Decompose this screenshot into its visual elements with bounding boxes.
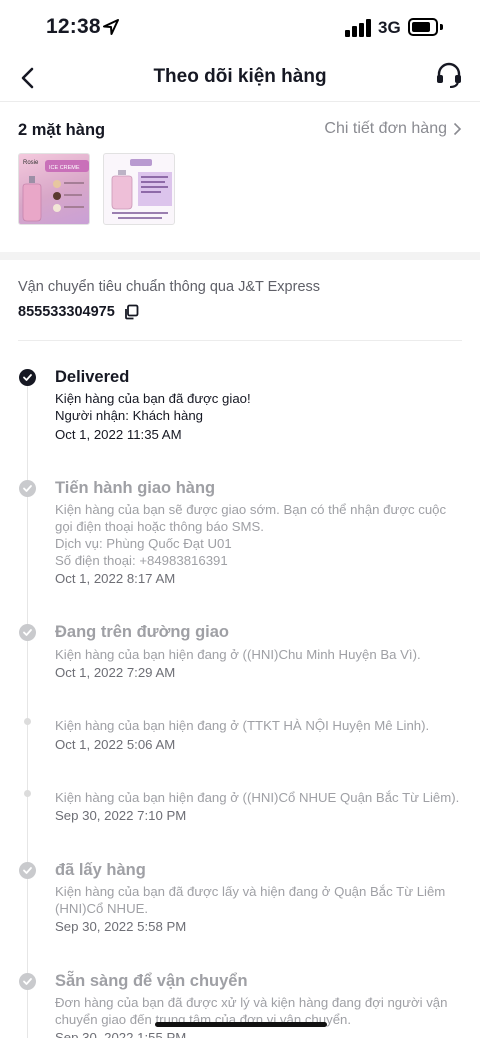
- event-time: Sep 30, 2022 7:10 PM: [55, 808, 187, 823]
- network-type: 3G: [378, 18, 401, 37]
- order-detail-label: Chi tiết đơn hàng: [324, 120, 447, 137]
- event-description: (HNI)Cổ NHUE.: [55, 901, 149, 916]
- section-separator: [0, 252, 480, 260]
- event-description: Kiện hàng của bạn hiện đang ở ((HNI)Chu …: [55, 647, 421, 662]
- carrier-label: Vận chuyển tiêu chuẩn thông qua J&T Expr…: [18, 279, 321, 295]
- timeline-dot: [24, 790, 31, 797]
- event-description: Dịch vụ: Phùng Quốc Đạt U01: [55, 536, 232, 551]
- battery-icon: [408, 18, 438, 36]
- check-circle-icon: [19, 862, 36, 879]
- tracking-number[interactable]: 855533304975: [18, 304, 115, 320]
- product-thumbnail-2[interactable]: [103, 153, 175, 225]
- event-description: Kiện hàng của bạn sẽ được giao sớm. Bạn …: [55, 502, 447, 517]
- event-description: Đơn hàng của bạn đã được xử lý và kiện h…: [55, 995, 448, 1010]
- event-description: Kiện hàng của bạn hiện đang ở ((HNI)Cổ N…: [55, 790, 460, 805]
- event-time: Oct 1, 2022 5:06 AM: [55, 737, 176, 752]
- check-circle-icon: [19, 369, 36, 386]
- battery-tip: [440, 24, 443, 30]
- event-description: Người nhận: Khách hàng: [55, 408, 203, 423]
- home-indicator[interactable]: [155, 1022, 327, 1027]
- event-time: Sep 30, 2022 1:55 PM: [55, 1030, 187, 1038]
- location-arrow-icon: [103, 19, 119, 35]
- timeline-dot: [24, 718, 31, 725]
- timeline-line: [27, 378, 28, 1038]
- svg-text:Rosie: Rosie: [23, 160, 39, 166]
- nav-header: Theo dõi kiện hàng: [0, 56, 480, 102]
- check-circle-icon: [19, 624, 36, 641]
- event-time: Oct 1, 2022 11:35 AM: [55, 427, 182, 442]
- headset-icon[interactable]: [434, 60, 464, 90]
- product-thumbnail-1[interactable]: Rosie ICE CREME: [18, 153, 90, 225]
- event-time: Sep 30, 2022 5:58 PM: [55, 919, 187, 934]
- items-section: 2 mặt hàng Chi tiết đơn hàng Rosie ICE C…: [0, 103, 480, 252]
- divider: [18, 340, 462, 341]
- check-circle-icon: [19, 973, 36, 990]
- event-description: Kiện hàng của bạn đã được lấy và hiện đa…: [55, 884, 446, 899]
- event-description: Kiện hàng của bạn đã được giao!: [55, 391, 251, 406]
- event-title: Tiến hành giao hàng: [55, 479, 216, 497]
- page-title: Theo dõi kiện hàng: [153, 66, 327, 87]
- event-title: Sẵn sàng để vận chuyển: [55, 972, 248, 990]
- check-circle-icon: [19, 480, 36, 497]
- event-title: đã lấy hàng: [55, 861, 146, 879]
- status-bar: 12:38 3G: [0, 0, 480, 56]
- copy-icon[interactable]: [123, 304, 139, 320]
- chevron-right-icon: [453, 122, 462, 136]
- event-description: gọi điện thoại hoặc thông báo SMS.: [55, 519, 264, 534]
- event-description: Kiện hàng của bạn hiện đang ở (TTKT HÀ N…: [55, 718, 430, 733]
- items-count: 2 mặt hàng: [18, 121, 106, 139]
- event-time: Oct 1, 2022 8:17 AM: [55, 571, 176, 586]
- svg-text:ICE CREME: ICE CREME: [49, 165, 80, 171]
- event-description: Số điện thoại: +84983816391: [55, 553, 228, 568]
- perfume-box-image: [111, 159, 172, 219]
- signal-strength-icon: [345, 19, 371, 37]
- order-detail-link[interactable]: Chi tiết đơn hàng: [324, 120, 462, 138]
- event-time: Oct 1, 2022 7:29 AM: [55, 665, 176, 680]
- perfume-bottle-image: Rosie ICE CREME: [22, 160, 89, 222]
- event-title: Đang trên đường giao: [55, 623, 230, 641]
- event-title: Delivered: [55, 368, 130, 386]
- tracking-number-row: 855533304975: [18, 304, 139, 320]
- status-time: 12:38: [46, 15, 101, 38]
